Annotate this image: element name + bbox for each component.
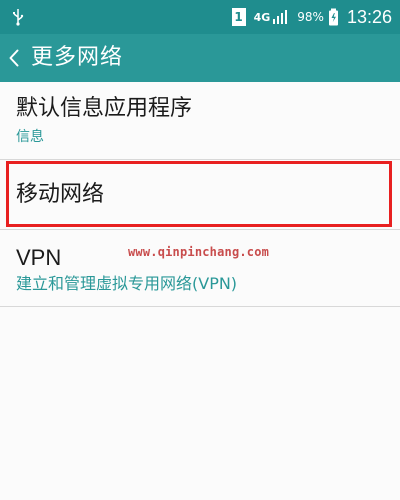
default-messaging-app-item[interactable]: 默认信息应用程序 信息 <box>0 82 400 160</box>
signal-icon <box>273 10 288 24</box>
watermark-text: www.qinpinchang.com <box>128 245 270 259</box>
item-title: 移动网络 <box>16 182 105 207</box>
page-title: 更多网络 <box>31 45 124 70</box>
status-bar: 1 4G 98% 13:26 <box>0 0 400 34</box>
usb-icon <box>13 9 24 26</box>
vpn-item[interactable]: VPN 建立和管理虚拟专用网络(VPN) <box>0 229 400 307</box>
battery-icon <box>328 8 338 26</box>
item-subtitle: 信息 <box>16 129 44 145</box>
sim-slot-badge: 1 <box>231 8 246 26</box>
clock: 13:26 <box>346 7 392 27</box>
back-icon[interactable] <box>8 49 20 67</box>
top-app-bar: 更多网络 <box>0 34 400 82</box>
mobile-networks-item[interactable]: 移动网络 <box>0 160 400 229</box>
settings-list: 默认信息应用程序 信息 移动网络 VPN 建立和管理虚拟专用网络(VPN) <box>0 82 400 307</box>
item-subtitle: 建立和管理虚拟专用网络(VPN) <box>16 274 238 293</box>
battery-percent: 98% <box>297 10 324 24</box>
status-indicators: 1 4G 98% 13:26 <box>231 0 400 34</box>
item-title: 默认信息应用程序 <box>16 96 193 121</box>
item-title: VPN <box>16 245 62 270</box>
network-type: 4G <box>253 10 271 24</box>
